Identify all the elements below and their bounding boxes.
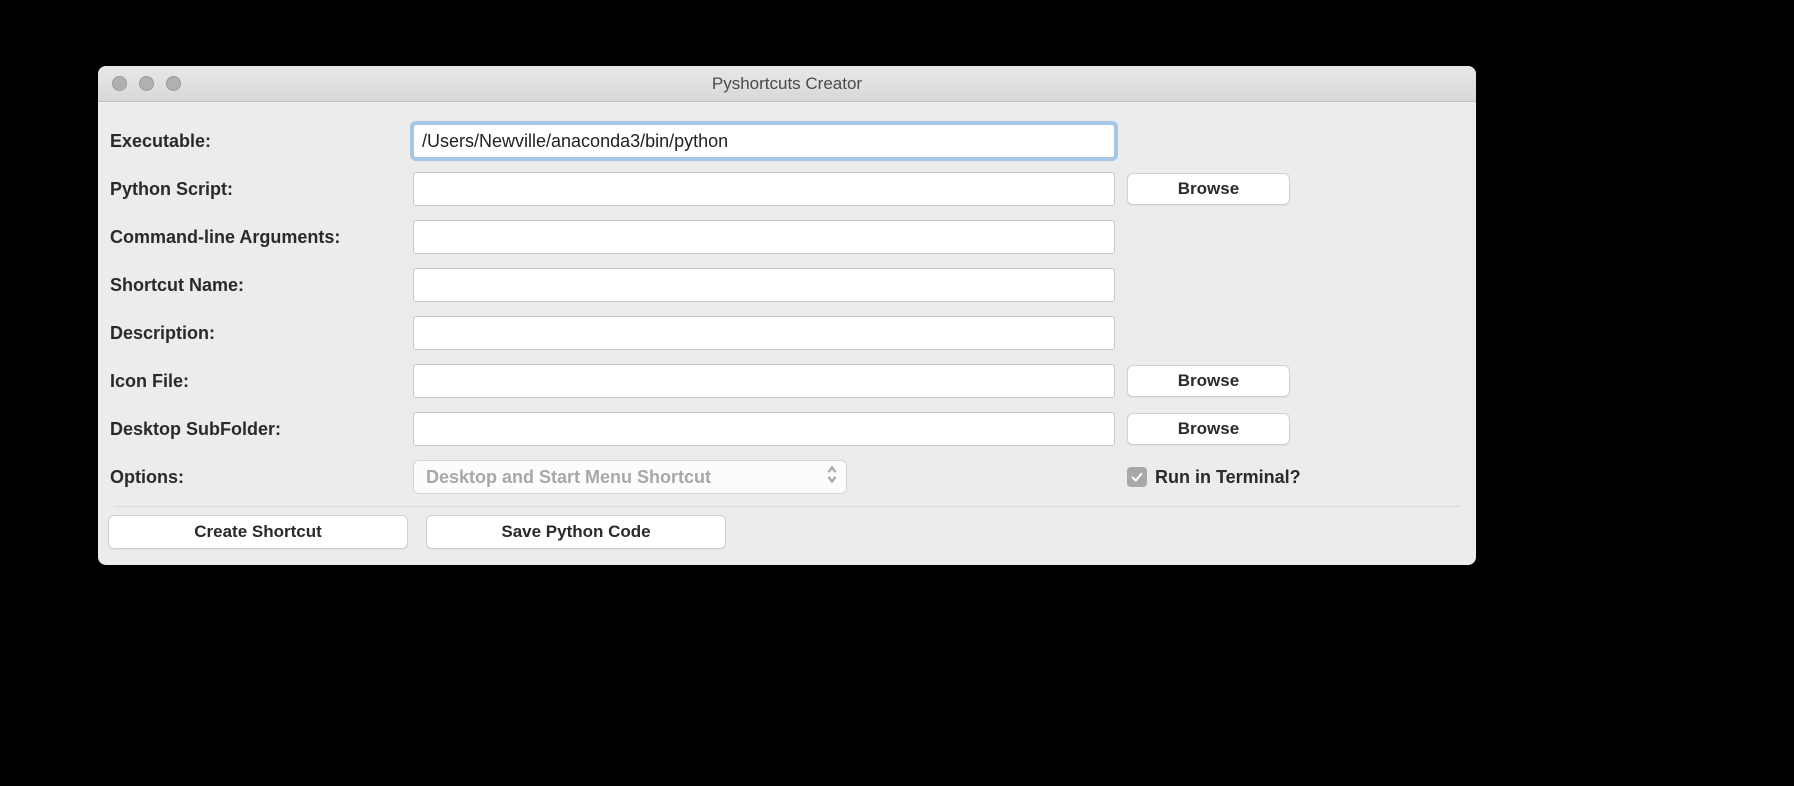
row-python-script: Python Script: Browse (108, 168, 1466, 210)
label-description: Description: (108, 323, 413, 344)
description-input[interactable] (413, 316, 1115, 350)
content-area: Executable: Python Script: Browse Comman… (98, 102, 1476, 565)
label-python-script: Python Script: (108, 179, 413, 200)
label-shortcut-name: Shortcut Name: (108, 275, 413, 296)
create-shortcut-button[interactable]: Create Shortcut (108, 515, 408, 549)
minimize-icon[interactable] (139, 76, 154, 91)
titlebar[interactable]: Pyshortcuts Creator (98, 66, 1476, 102)
browse-script-button[interactable]: Browse (1127, 173, 1290, 205)
row-options: Options: Desktop and Start Menu Shortcut (108, 456, 1466, 498)
label-cmd-args: Command-line Arguments: (108, 227, 413, 248)
chevron-up-down-icon (825, 464, 839, 490)
divider (114, 506, 1460, 507)
run-in-terminal-label: Run in Terminal? (1155, 467, 1301, 488)
row-desktop-subfolder: Desktop SubFolder: Browse (108, 408, 1466, 450)
traffic-lights (98, 76, 181, 91)
zoom-icon[interactable] (166, 76, 181, 91)
icon-file-input[interactable] (413, 364, 1115, 398)
app-window: Pyshortcuts Creator Executable: Python S… (98, 66, 1476, 565)
row-description: Description: (108, 312, 1466, 354)
run-in-terminal-checkbox[interactable] (1127, 467, 1147, 487)
row-executable: Executable: (108, 120, 1466, 162)
executable-input[interactable] (413, 124, 1115, 158)
row-shortcut-name: Shortcut Name: (108, 264, 1466, 306)
label-options: Options: (108, 467, 413, 488)
check-icon (1130, 470, 1144, 484)
options-select-value: Desktop and Start Menu Shortcut (426, 467, 711, 488)
browse-icon-button[interactable]: Browse (1127, 365, 1290, 397)
shortcut-name-input[interactable] (413, 268, 1115, 302)
desktop-subfolder-input[interactable] (413, 412, 1115, 446)
save-python-code-button[interactable]: Save Python Code (426, 515, 726, 549)
browse-subfolder-button[interactable]: Browse (1127, 413, 1290, 445)
options-select[interactable]: Desktop and Start Menu Shortcut (413, 460, 847, 494)
window-title: Pyshortcuts Creator (98, 74, 1476, 94)
row-icon-file: Icon File: Browse (108, 360, 1466, 402)
python-script-input[interactable] (413, 172, 1115, 206)
row-cmd-args: Command-line Arguments: (108, 216, 1466, 258)
close-icon[interactable] (112, 76, 127, 91)
bottom-button-row: Create Shortcut Save Python Code (108, 515, 1466, 559)
label-desktop-subfolder: Desktop SubFolder: (108, 419, 413, 440)
label-icon-file: Icon File: (108, 371, 413, 392)
cmd-args-input[interactable] (413, 220, 1115, 254)
label-executable: Executable: (108, 131, 413, 152)
